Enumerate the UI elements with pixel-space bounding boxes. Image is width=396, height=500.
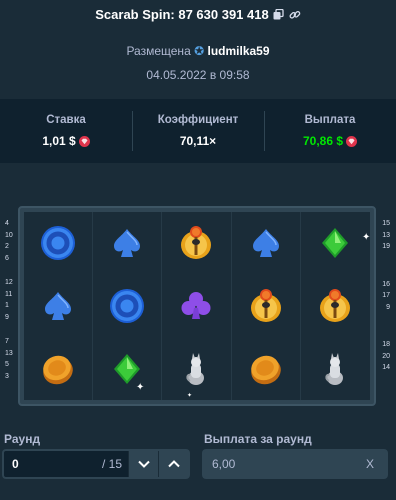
bet-date: 04.05.2022 в 09:58 <box>146 68 250 82</box>
cat-icon <box>315 349 355 389</box>
close-icon: X <box>365 457 374 471</box>
reel-column <box>301 212 370 400</box>
gem-currency-icon <box>78 135 90 147</box>
club-icon <box>176 286 216 326</box>
chevron-up-icon <box>167 460 180 468</box>
scarab-icon <box>176 223 216 263</box>
payline-number: 3 <box>5 372 9 380</box>
payline-number: 13 <box>5 349 13 357</box>
spade-icon <box>38 286 78 326</box>
game-title: Scarab Spin: 87 630 391 418 <box>95 7 269 22</box>
vip-star-icon: ✪ <box>194 44 205 58</box>
placed-by: Размещена ✪ ludmilka59 <box>0 44 396 58</box>
spade-icon <box>246 223 286 263</box>
multiplier-value: 70,11× <box>179 134 217 148</box>
payline-number: 11 <box>5 290 13 298</box>
payline-number: 5 <box>5 361 9 368</box>
stat-bet: Ставка 1,01 $ <box>0 99 132 163</box>
reel-column <box>24 212 94 400</box>
gem-currency-icon <box>346 135 358 147</box>
stats-panel: Ставка 1,01 $ Коэффициент 70,11× Выплата… <box>0 99 396 163</box>
paylines-left: 4 10 2 6 12 11 1 9 7 13 5 3 <box>5 218 13 382</box>
payline-number: 6 <box>5 254 9 262</box>
payline-number: 10 <box>5 231 13 239</box>
stat-multiplier: Коэффициент 70,11× <box>132 99 264 163</box>
payline-number: 16 <box>382 280 390 288</box>
round-label: Раунд <box>4 432 41 446</box>
payline-number: 14 <box>382 364 390 371</box>
title-row: Scarab Spin: 87 630 391 418 <box>0 7 396 22</box>
scarab-icon <box>246 286 286 326</box>
payline-number: 4 <box>5 220 9 227</box>
payline-number: 1 <box>5 302 9 309</box>
coin-icon <box>246 349 286 389</box>
username-link[interactable]: ludmilka59 <box>208 44 270 58</box>
payline-number: 9 <box>386 303 390 311</box>
placed-prefix: Размещена <box>126 44 191 58</box>
payline-number: 12 <box>5 279 13 286</box>
scarab-icon <box>315 286 355 326</box>
payout-label: Выплата <box>304 114 356 126</box>
sparkle-icon: ✦ <box>362 232 371 243</box>
blue-ring-icon <box>107 286 147 326</box>
payline-number: 17 <box>382 292 390 299</box>
stat-payout: Выплата 70,86 $ <box>264 99 396 163</box>
round-payout-label: Выплата за раунд <box>204 432 312 446</box>
multiplier-label: Коэффициент <box>157 114 239 126</box>
payout-value-row: 70,86 $ <box>302 134 358 148</box>
chevron-down-icon <box>137 460 150 468</box>
round-selector: / 15 <box>2 449 190 479</box>
link-icon[interactable] <box>289 9 301 21</box>
header: Scarab Spin: 87 630 391 418 Размещена ✪ … <box>0 0 396 96</box>
round-increment-button[interactable] <box>158 451 188 477</box>
reel-column <box>232 212 301 400</box>
reel-column <box>162 212 232 400</box>
round-payout-field: 6,00 X <box>202 449 388 479</box>
spade-icon <box>107 223 147 263</box>
sparkle-icon: ✦ <box>136 382 145 393</box>
reel-column <box>93 212 163 400</box>
diamond-icon <box>315 223 355 263</box>
paylines-right: 15 13 19 16 17 9 18 20 14 <box>382 218 390 374</box>
reels-grid <box>24 212 370 400</box>
coin-icon <box>38 349 78 389</box>
payout-value: 70,86 $ <box>302 134 344 148</box>
payline-number: 19 <box>382 243 390 250</box>
blue-ring-icon <box>38 223 78 263</box>
payline-number: 7 <box>5 338 9 345</box>
round-input[interactable] <box>4 457 102 471</box>
round-total: / 15 <box>101 457 122 471</box>
payline-number: 13 <box>382 231 390 239</box>
bet-label: Ставка <box>46 114 86 126</box>
payline-number: 2 <box>5 243 9 250</box>
round-decrement-button[interactable] <box>128 451 158 477</box>
copy-icon[interactable] <box>273 9 285 21</box>
payline-number: 18 <box>382 341 390 348</box>
slot-board <box>18 206 376 406</box>
payline-number: 15 <box>382 220 390 227</box>
bet-value-row: 1,01 $ <box>42 134 90 148</box>
sparkle-icon: ✦ <box>187 393 193 399</box>
payline-number: 9 <box>5 313 9 321</box>
round-payout-value: 6,00 <box>212 457 236 471</box>
bet-value: 1,01 $ <box>42 134 76 148</box>
payline-number: 20 <box>382 352 390 360</box>
cat-icon <box>176 349 216 389</box>
